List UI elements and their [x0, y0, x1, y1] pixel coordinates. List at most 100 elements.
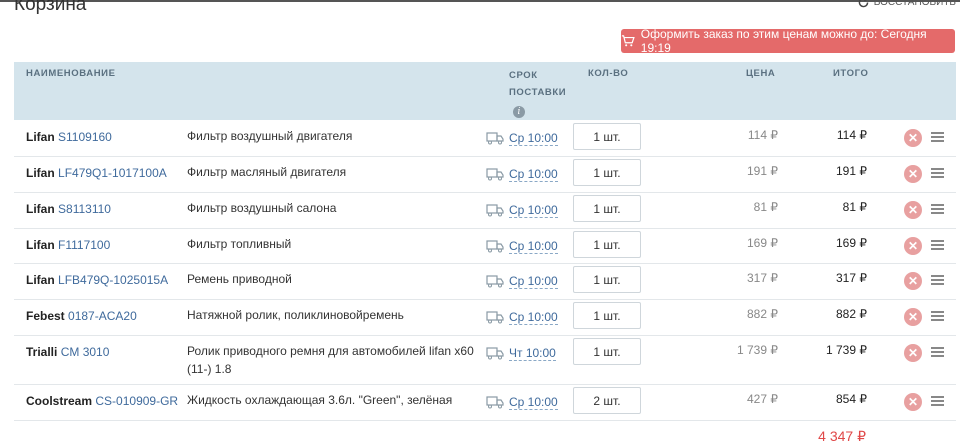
part-brand: Lifan — [26, 202, 55, 216]
delivery-date[interactable]: Ср 10:00 — [509, 395, 558, 410]
unit-price: 317 ₽ — [747, 271, 778, 285]
part-brand: Lifan — [26, 238, 55, 252]
part-article-link[interactable]: 0187-ACA20 — [68, 309, 137, 323]
truck-icon — [486, 310, 504, 324]
part-brand: Lifan — [26, 273, 55, 287]
part-brand: Coolstream — [26, 394, 93, 408]
unit-price: 882 ₽ — [747, 307, 778, 321]
remove-item-button[interactable]: ✕ — [904, 393, 922, 411]
deadline-banner[interactable]: Оформить заказ по этим ценам можно до: С… — [621, 27, 955, 55]
part-article-link[interactable]: CM 3010 — [61, 345, 110, 359]
row-total: 81 ₽ — [842, 200, 867, 214]
delivery-date[interactable]: Чт 10:00 — [509, 346, 556, 361]
drag-handle-icon[interactable] — [931, 240, 944, 250]
remove-item-button[interactable]: ✕ — [904, 237, 922, 255]
restore-label: Восстановить — [873, 0, 956, 8]
unit-price: 81 ₽ — [753, 200, 778, 214]
table-row: Lifan S1109160 Фильтр воздушный двигателя… — [14, 120, 956, 157]
table-header: НАИМЕНОВАНИЕ СРОК ПОСТАВКИ i КОЛ-ВО ЦЕНА… — [14, 62, 956, 120]
remove-item-button[interactable]: ✕ — [904, 129, 922, 147]
deadline-text: Оформить заказ по этим ценам можно до: С… — [640, 27, 927, 55]
part-brand: Lifan — [26, 166, 55, 180]
delivery-date[interactable]: Ср 10:00 — [509, 310, 558, 325]
part-brand: Lifan — [26, 130, 55, 144]
part-name: Ремень приводной — [187, 272, 292, 286]
remove-item-button[interactable]: ✕ — [904, 344, 922, 362]
part-name: Фильтр воздушный двигателя — [187, 129, 353, 143]
drag-handle-icon[interactable] — [931, 347, 944, 357]
unit-price: 427 ₽ — [747, 392, 778, 406]
part-name: Фильтр топливный — [187, 237, 292, 251]
remove-item-button[interactable]: ✕ — [904, 272, 922, 290]
row-total: 114 ₽ — [836, 128, 867, 142]
truck-icon — [486, 239, 504, 253]
drag-handle-icon[interactable] — [931, 311, 944, 321]
row-total: 317 ₽ — [836, 271, 867, 285]
part-brand: Trialli — [26, 345, 58, 359]
remove-item-button[interactable]: ✕ — [904, 201, 922, 219]
part-article-link[interactable]: CS-010909-GR — [95, 394, 178, 408]
part-name: Фильтр масляный двигателя — [187, 165, 347, 179]
quantity-input[interactable]: 2 шт. — [573, 387, 641, 414]
remove-item-button[interactable]: ✕ — [904, 308, 922, 326]
refresh-icon — [858, 0, 869, 8]
quantity-input[interactable]: 1 шт. — [573, 195, 641, 222]
remove-item-button[interactable]: ✕ — [904, 165, 922, 183]
row-total: 169 ₽ — [836, 236, 867, 250]
part-article-link[interactable]: F1117100 — [58, 238, 110, 252]
cart-icon — [621, 35, 635, 47]
truck-icon — [486, 131, 504, 145]
table-row: Lifan LFB479Q-1025015A Ремень приводной Ср… — [14, 263, 956, 300]
table-row: Coolstream CS-010909-GR Жидкость охлаждаю… — [14, 384, 956, 421]
drag-handle-icon[interactable] — [931, 132, 944, 142]
quantity-input[interactable]: 1 шт. — [573, 231, 641, 258]
part-name: Жидкость охлаждающая 3.6л. "Green", зелё… — [187, 393, 453, 407]
top-divider — [0, 0, 960, 2]
col-qty: КОЛ-ВО — [588, 68, 629, 79]
unit-price: 191 ₽ — [747, 164, 778, 178]
drag-handle-icon[interactable] — [931, 168, 944, 178]
delivery-date[interactable]: Ср 10:00 — [509, 239, 558, 254]
quantity-input[interactable]: 1 шт. — [573, 159, 641, 186]
table-row: Trialli CM 3010 Ролик приводного ремня дл… — [14, 335, 956, 385]
col-delivery-2: ПОСТАВКИ — [509, 87, 567, 98]
quantity-input[interactable]: 1 шт. — [573, 266, 641, 293]
col-total: ИТОГО — [833, 68, 869, 79]
part-article-link[interactable]: LF479Q1-1017100A — [58, 166, 167, 180]
col-delivery: СРОК — [509, 70, 538, 81]
drag-handle-icon[interactable] — [931, 275, 944, 285]
quantity-input[interactable]: 1 шт. — [573, 338, 641, 365]
unit-price: 169 ₽ — [747, 236, 778, 250]
quantity-input[interactable]: 1 шт. — [573, 302, 641, 329]
delivery-date[interactable]: Ср 10:00 — [509, 274, 558, 289]
unit-price: 114 ₽ — [747, 128, 778, 142]
truck-icon — [486, 167, 504, 181]
table-row: Lifan LF479Q1-1017100A Фильтр масляный дв… — [14, 156, 956, 193]
info-icon[interactable]: i — [513, 106, 525, 118]
delivery-date[interactable]: Ср 10:00 — [509, 203, 558, 218]
part-article-link[interactable]: S8113110 — [58, 202, 111, 216]
quantity-input[interactable]: 1 шт. — [573, 123, 641, 150]
restore-button[interactable]: Восстановить — [857, 0, 956, 9]
truck-icon — [486, 274, 504, 288]
drag-handle-icon[interactable] — [931, 396, 944, 406]
delivery-date[interactable]: Ср 10:00 — [509, 167, 558, 182]
col-price: ЦЕНА — [746, 68, 776, 79]
unit-price: 1 739 ₽ — [737, 343, 778, 357]
truck-icon — [486, 346, 504, 360]
part-article-link[interactable]: LFB479Q-1025015A — [58, 273, 168, 287]
row-total: 882 ₽ — [836, 307, 867, 321]
table-row: Lifan S8113110 Фильтр воздушный салона Ср … — [14, 192, 956, 229]
row-total: 191 ₽ — [836, 164, 867, 178]
table-row: Lifan F1117100 Фильтр топливный Ср 10:00 1 … — [14, 228, 956, 264]
truck-icon — [486, 203, 504, 217]
part-article-link[interactable]: S1109160 — [58, 130, 112, 144]
delivery-date[interactable]: Ср 10:00 — [509, 131, 558, 146]
grand-total: 4 347 ₽ — [818, 428, 866, 444]
page-title: Корзина — [14, 0, 87, 15]
row-total: 854 ₽ — [836, 392, 867, 406]
drag-handle-icon[interactable] — [931, 204, 944, 214]
truck-icon — [486, 395, 504, 409]
part-name: Ролик приводного ремня для автомобилей l… — [187, 344, 474, 376]
table-row: Febest 0187-ACA20 Натяжной ролик, поликли… — [14, 299, 956, 336]
